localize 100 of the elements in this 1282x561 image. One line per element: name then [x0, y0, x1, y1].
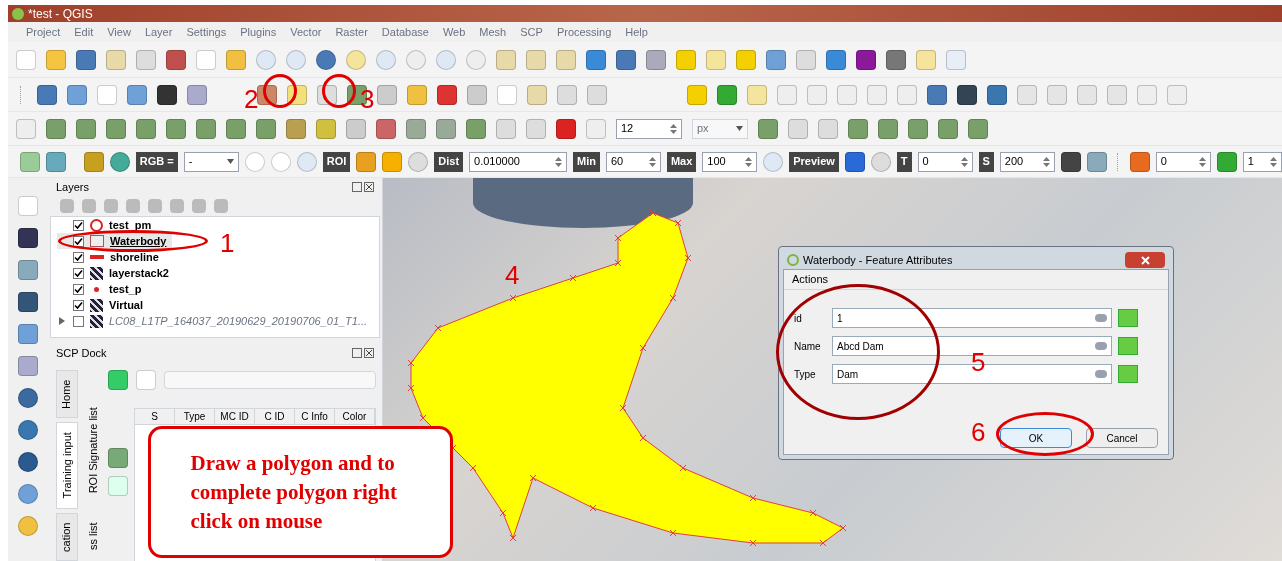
column-header[interactable]: MC ID [215, 409, 255, 424]
step-number: 2 [244, 86, 259, 112]
data-defined-icon[interactable] [1118, 337, 1138, 355]
vertical-tab[interactable]: cation [56, 513, 78, 561]
app-logo-icon [787, 254, 799, 266]
attribute-field[interactable]: 1 [832, 308, 1112, 328]
vertical-tab[interactable]: Training input [56, 421, 78, 510]
menu-item[interactable]: View [107, 23, 131, 41]
rgb-dropdown[interactable]: - [183, 151, 239, 172]
step-field[interactable]: 1 [1242, 151, 1282, 172]
clear-icon[interactable] [1095, 314, 1107, 322]
menu-item[interactable]: Settings [186, 23, 227, 41]
unit-dropdown[interactable]: px [692, 118, 748, 139]
preview-label: Preview [789, 151, 839, 172]
spin-arrows-icon[interactable] [1042, 155, 1050, 168]
step-number: 1 [220, 230, 235, 256]
dot-symbol-icon [94, 286, 99, 292]
step-number: 6 [971, 419, 986, 445]
dialog-title: Waterbody - Feature Attributes [803, 252, 953, 268]
menu-item[interactable]: Database [381, 23, 429, 41]
field-label: Name [794, 339, 822, 354]
min-field[interactable]: 60 [605, 151, 661, 172]
expand-arrow-icon[interactable] [58, 317, 66, 325]
spin-arrows-icon[interactable] [555, 155, 562, 168]
menu-item[interactable]: Actions [792, 271, 829, 288]
dock-close-icon[interactable] [352, 348, 374, 358]
spin-arrows-icon[interactable] [1270, 155, 1277, 168]
menu-item[interactable]: Processing [556, 23, 612, 41]
spin-arrows-icon[interactable] [960, 155, 968, 168]
menu-item[interactable]: Raster [335, 23, 368, 41]
polygon-layer-icon [90, 235, 104, 247]
spin-arrows-icon[interactable] [648, 155, 656, 168]
raster-layer-icon [90, 298, 103, 312]
tree-row[interactable]: Virtual [57, 297, 150, 313]
column-header[interactable]: Color [335, 409, 375, 424]
spin-arrows-icon[interactable] [745, 155, 753, 168]
caret-icon[interactable] [226, 159, 234, 164]
layer-checkbox[interactable] [73, 299, 84, 311]
menu-item[interactable]: Edit [74, 23, 94, 41]
vertical-tab[interactable]: Home [56, 370, 78, 418]
step-number: 4 [505, 262, 520, 288]
vertical-tab[interactable]: ss list [82, 514, 104, 558]
search-field[interactable] [164, 371, 376, 389]
panel-title: SCP Dock [56, 345, 107, 361]
tree-row[interactable]: Waterbody [57, 233, 173, 249]
menu-item[interactable]: SCP [520, 23, 543, 41]
menu-item[interactable]: Web [442, 23, 466, 41]
layer-checkbox[interactable] [73, 267, 84, 279]
dist-field[interactable]: 0.010000 [469, 151, 567, 172]
raster-layer-icon [90, 266, 103, 280]
layer-checkbox[interactable] [73, 283, 84, 295]
dialog-button[interactable]: OK [1000, 428, 1072, 448]
point-symbol-icon [90, 218, 103, 232]
tolerance-field[interactable]: 12 [616, 118, 682, 139]
min-label: Min [573, 151, 600, 172]
menu-item[interactable]: Plugins [240, 23, 277, 41]
band-field[interactable]: 0 [1155, 151, 1211, 172]
menu-item[interactable]: Mesh [479, 23, 507, 41]
menu-item[interactable]: Help [625, 23, 648, 41]
layer-checkbox[interactable] [73, 315, 84, 327]
dock-close-icon[interactable] [352, 182, 374, 192]
tree-row[interactable]: shoreline [57, 249, 165, 265]
toolbar-grip[interactable] [20, 85, 23, 104]
clear-icon[interactable] [1095, 342, 1107, 350]
column-header[interactable]: C Info [295, 409, 335, 424]
tree-row[interactable]: test_p [57, 281, 148, 297]
close-button[interactable] [1125, 252, 1165, 268]
column-header[interactable]: C ID [255, 409, 295, 424]
data-defined-icon[interactable] [1118, 365, 1138, 383]
column-header[interactable]: Type [175, 409, 215, 424]
s-label: S [978, 151, 994, 172]
field-label: Type [794, 367, 817, 382]
menu-item[interactable]: Vector [290, 23, 322, 41]
tree-row[interactable]: LC08_L1TP_164037_20190629_20190706_01_T1... [57, 313, 374, 329]
vertical-tab[interactable]: ROI Signature list [82, 398, 104, 502]
spin-arrows-icon[interactable] [1198, 155, 1206, 168]
max-field[interactable]: 100 [702, 151, 758, 172]
dist-label: Dist [434, 151, 464, 172]
clear-icon[interactable] [1095, 370, 1107, 378]
panel-title: Layers [56, 179, 90, 195]
caret-icon[interactable] [736, 126, 743, 131]
menu-item[interactable]: Layer [144, 23, 173, 41]
layer-checkbox[interactable] [73, 251, 84, 263]
roi-label: ROI [322, 151, 351, 172]
t-field[interactable]: 0 [917, 151, 973, 172]
dialog-button[interactable]: Cancel [1086, 428, 1158, 448]
tree-row[interactable]: test_pm [57, 217, 158, 233]
app-logo-icon [12, 7, 24, 20]
window-title: *test - QGIS [28, 5, 93, 23]
layer-checkbox[interactable] [73, 219, 84, 231]
rgb-label: RGB = [135, 151, 178, 172]
max-label: Max [666, 151, 697, 172]
spin-arrows-icon[interactable] [670, 122, 677, 135]
toolbar-grip[interactable] [1116, 152, 1120, 171]
layer-checkbox[interactable] [73, 235, 84, 247]
tree-row[interactable]: layerstack2 [57, 265, 175, 281]
s-field[interactable]: 200 [999, 151, 1055, 172]
column-header[interactable]: S [135, 409, 175, 424]
data-defined-icon[interactable] [1118, 309, 1138, 327]
menu-item[interactable]: Project [26, 23, 61, 41]
